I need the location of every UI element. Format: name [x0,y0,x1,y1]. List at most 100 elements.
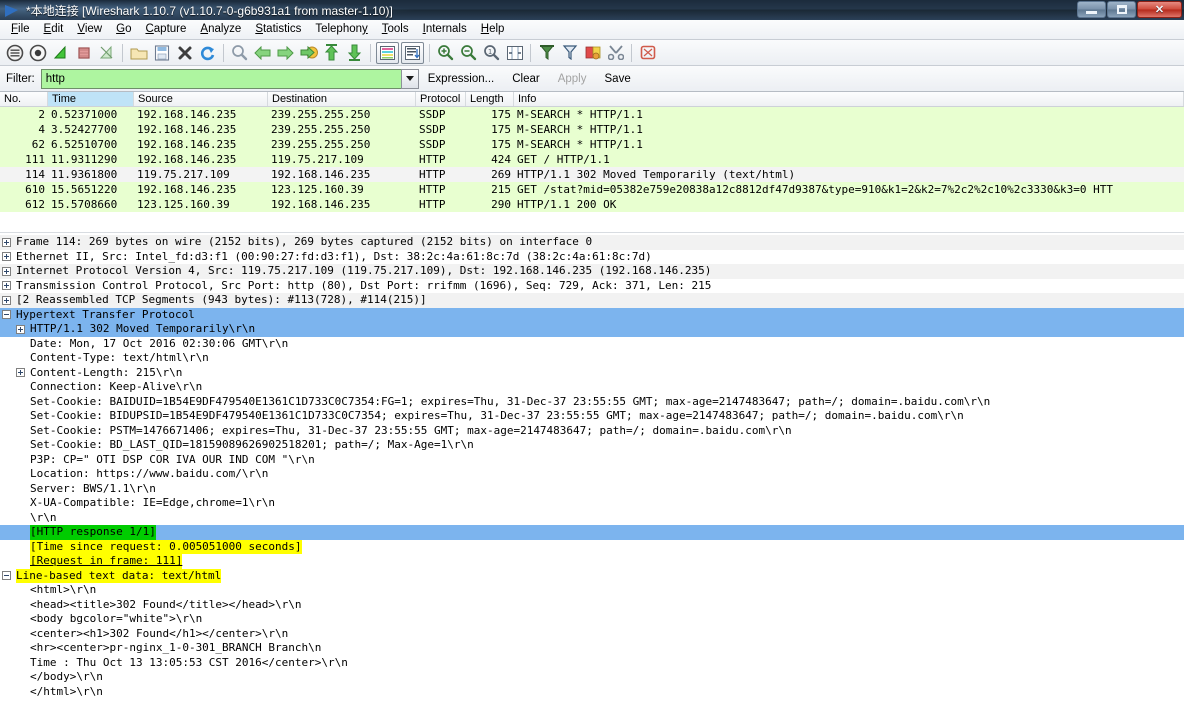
close-button[interactable]: ✕ [1137,1,1182,18]
expand-plus-icon[interactable] [16,324,25,334]
packet-row[interactable]: 111 11.9311290 192.168.146.235 119.75.217.1… [0,152,1184,167]
packet-list-body[interactable]: 2 0.52371000 192.168.146.235 239.255.255.25… [0,107,1184,212]
detail-tree-row[interactable]: Internet Protocol Version 4, Src: 119.75… [0,264,1184,279]
display-filter-input[interactable] [40,68,401,89]
detail-tree-row[interactable]: Server: BWS/1.1\r\n [0,482,1184,497]
detail-tree-row[interactable]: Transmission Control Protocol, Src Port:… [0,279,1184,294]
packet-row[interactable]: 4 3.52427700 192.168.146.235 239.255.255.25… [0,122,1184,137]
menu-file[interactable]: File [4,21,37,38]
expand-plus-icon[interactable] [2,281,11,291]
go-forward-icon[interactable] [274,42,297,64]
menu-analyze[interactable]: Analyze [193,21,248,38]
detail-tree-row[interactable]: Set-Cookie: BD_LAST_QID=1815908962690251… [0,438,1184,453]
detail-tree-row[interactable]: Set-Cookie: BAIDUID=1B54E9DF479540E1361C… [0,395,1184,410]
filter-history-dropdown-button[interactable] [400,68,419,89]
detail-tree-row[interactable]: [Time since request: 0.005051000 seconds… [0,539,1184,554]
close-file-icon[interactable] [173,42,196,64]
packet-row[interactable]: 612 15.5708660 123.125.160.39 192.168.146.2… [0,197,1184,212]
window-title-bar[interactable]: *本地连接 [Wireshark 1.10.7 (v1.10.7-0-g6b93… [0,0,1184,20]
detail-tree-row[interactable]: Time : Thu Oct 13 13:05:53 CST 2016</cen… [0,656,1184,671]
menu-help[interactable]: Help [474,21,512,38]
detail-tree-row[interactable]: <center><h1>302 Found</h1></center>\r\n [0,627,1184,642]
menu-edit[interactable]: Edit [37,21,71,38]
detail-tree-row[interactable]: [2 Reassembled TCP Segments (943 bytes):… [0,293,1184,308]
display-filters-icon[interactable] [558,42,581,64]
packet-row[interactable]: 62 6.52510700 192.168.146.235 239.255.255.2… [0,137,1184,152]
save-file-icon[interactable] [150,42,173,64]
detail-tree-row[interactable]: Date: Mon, 17 Oct 2016 02:30:06 GMT\r\n [0,337,1184,352]
detail-tree-row[interactable]: Line-based text data: text/html [0,568,1184,583]
collapse-minus-icon[interactable] [2,310,11,320]
column-header-length[interactable]: Length [466,92,514,106]
detail-tree-row[interactable]: Hypertext Transfer Protocol [0,307,1184,322]
expand-plus-icon[interactable] [2,266,11,276]
find-packet-icon[interactable] [228,42,251,64]
menu-internals[interactable]: Internals [416,21,474,38]
coloring-rules-icon[interactable] [581,42,604,64]
help-icon[interactable] [636,42,659,64]
detail-tree-row[interactable]: <head><title>302 Found</title></head>\r\… [0,598,1184,613]
detail-tree-row[interactable]: P3P: CP=" OTI DSP COR IVA OUR IND COM "\… [0,453,1184,468]
column-header-time[interactable]: Time [48,92,134,106]
column-header-info[interactable]: Info [514,92,1184,106]
menu-go[interactable]: Go [109,21,138,38]
go-back-icon[interactable] [251,42,274,64]
packet-row[interactable]: 2 0.52371000 192.168.146.235 239.255.255.25… [0,107,1184,122]
menu-tools[interactable]: Tools [375,21,416,38]
packet-details-pane[interactable]: Frame 114: 269 bytes on wire (2152 bits)… [0,235,1184,699]
go-first-packet-icon[interactable] [320,42,343,64]
detail-tree-row[interactable]: \r\n [0,511,1184,526]
colorize-icon[interactable] [376,41,399,64]
open-file-icon[interactable] [127,42,150,64]
restart-capture-icon[interactable] [95,42,118,64]
window-controls[interactable]: ✕ [1077,1,1182,18]
expand-plus-icon[interactable] [2,237,11,247]
expand-plus-icon[interactable] [2,252,11,262]
detail-tree-row[interactable]: X-UA-Compatible: IE=Edge,chrome=1\r\n [0,496,1184,511]
detail-tree-row[interactable]: <hr><center>pr-nginx_1-0-301_BRANCH Bran… [0,641,1184,656]
zoom-normal-icon[interactable]: 1 [480,42,503,64]
detail-tree-row[interactable]: </body>\r\n [0,670,1184,685]
expand-plus-icon[interactable] [16,368,25,378]
expand-plus-icon[interactable] [2,295,11,305]
collapse-minus-icon[interactable] [2,571,11,581]
menu-telephony[interactable]: Telephony [308,21,374,38]
packet-row[interactable]: 610 15.5651220 192.168.146.235 123.125.160.… [0,182,1184,197]
capture-filters-icon[interactable] [535,42,558,64]
column-header-no[interactable]: No. [0,92,48,106]
detail-tree-row[interactable]: <body bgcolor="white">\r\n [0,612,1184,627]
reload-icon[interactable] [196,42,219,64]
detail-tree-row[interactable]: Ethernet II, Src: Intel_fd:d3:f1 (00:90:… [0,250,1184,265]
filter-save-button[interactable]: Save [596,73,640,85]
filter-expression-button[interactable]: Expression... [419,73,503,85]
interfaces-icon[interactable] [3,42,26,64]
packet-list-header[interactable]: No. Time Source Destination Protocol Length In… [0,92,1184,107]
go-to-packet-icon[interactable] [297,42,320,64]
auto-scroll-icon[interactable] [401,41,424,64]
zoom-in-icon[interactable] [434,42,457,64]
start-capture-icon[interactable] [49,42,72,64]
capture-options-icon[interactable] [26,42,49,64]
menu-capture[interactable]: Capture [138,21,193,38]
packet-list-pane[interactable]: No. Time Source Destination Protocol Length In… [0,92,1184,212]
menu-statistics[interactable]: Statistics [248,21,308,38]
column-header-source[interactable]: Source [134,92,268,106]
resize-columns-icon[interactable] [503,42,526,64]
detail-tree-row[interactable]: Content-Type: text/html\r\n [0,351,1184,366]
filter-clear-button[interactable]: Clear [503,73,548,85]
detail-tree-row[interactable]: <html>\r\n [0,583,1184,598]
filter-apply-button[interactable]: Apply [549,73,596,85]
detail-tree-row[interactable]: Content-Length: 215\r\n [0,366,1184,381]
detail-tree-row[interactable]: </html>\r\n [0,685,1184,700]
zoom-out-icon[interactable] [457,42,480,64]
detail-tree-row[interactable]: HTTP/1.1 302 Moved Temporarily\r\n [0,322,1184,337]
packet-row[interactable]: 114 11.9361800 119.75.217.109 192.168.146.2… [0,167,1184,182]
detail-tree-row[interactable]: Frame 114: 269 bytes on wire (2152 bits)… [0,235,1184,250]
preferences-icon[interactable] [604,42,627,64]
detail-tree-row[interactable]: Location: https://www.baidu.com/\r\n [0,467,1184,482]
maximize-button[interactable] [1107,1,1136,18]
detail-tree-row[interactable]: Set-Cookie: BIDUPSID=1B54E9DF479540E1361… [0,409,1184,424]
detail-tree-row[interactable]: [Request in frame: 111] [0,554,1184,569]
minimize-button[interactable] [1077,1,1106,18]
detail-tree-row[interactable]: [HTTP response 1/1] [0,525,1184,540]
